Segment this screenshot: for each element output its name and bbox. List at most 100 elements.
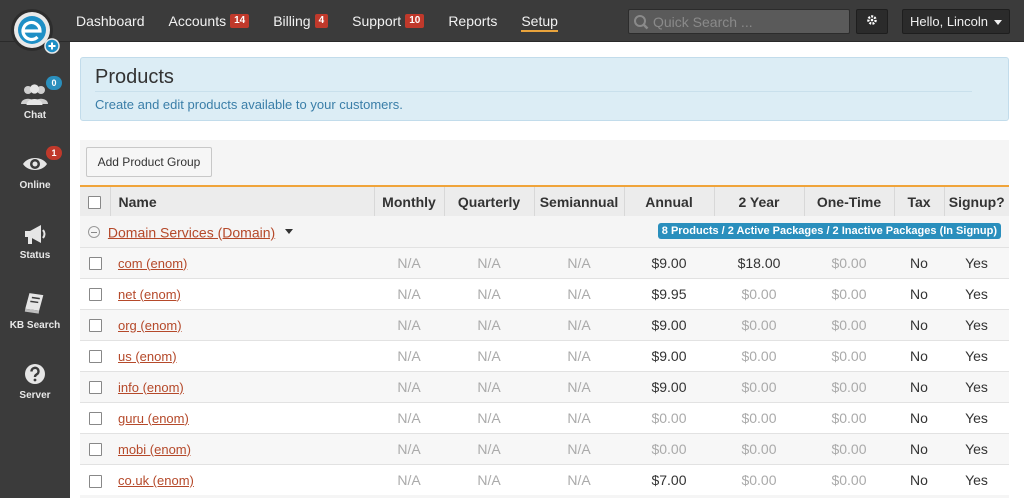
group-summary-badge: 8 Products / 2 Active Packages / 2 Inact… <box>657 222 1001 239</box>
sidebar-item-status[interactable]: Status <box>0 216 70 276</box>
cell-monthly: N/A <box>397 254 421 271</box>
cell-two-year: $0.00 <box>741 285 777 302</box>
cell-annual: $0.00 <box>651 440 687 457</box>
cell-annual: $0.00 <box>651 409 687 426</box>
cell-signup: Yes <box>965 285 988 302</box>
app-logo[interactable] <box>8 4 62 58</box>
cell-tax: No <box>910 471 928 488</box>
main-nav: Dashboard Accounts 14 Billing 4 Support 10 … <box>76 0 582 42</box>
row-checkbox[interactable] <box>88 257 102 271</box>
product-link[interactable]: guru (enom) <box>118 411 189 426</box>
cell-one-time: $0.00 <box>831 347 867 364</box>
product-link[interactable]: org (enom) <box>118 318 182 333</box>
row-checkbox[interactable] <box>88 412 102 426</box>
cell-signup: Yes <box>965 316 988 333</box>
sidebar-item-chat[interactable]: 0 Chat <box>0 76 70 136</box>
sidebar-item-label: Server <box>19 390 51 401</box>
table-row: co.uk (enom) N/A N/A N/A $7.00 $0.00 $0.00 No Ye… <box>80 464 1009 495</box>
eye-icon: 1 <box>20 146 62 178</box>
table-row: guru (enom) N/A N/A N/A $0.00 $0.00 $0.00 No Yes <box>80 402 1009 433</box>
nav-support[interactable]: Support 10 <box>352 0 425 42</box>
question-icon <box>20 360 50 388</box>
row-checkbox[interactable] <box>88 443 102 457</box>
row-select-cell <box>80 309 110 340</box>
cell-one-time: $0.00 <box>831 285 867 302</box>
product-name-cell: us (enom) <box>110 340 374 371</box>
cell-tax: No <box>910 316 928 333</box>
collapse-icon[interactable] <box>88 225 100 238</box>
product-link[interactable]: us (enom) <box>118 349 177 364</box>
nav-dashboard[interactable]: Dashboard <box>76 0 145 42</box>
chevron-down-icon <box>994 20 1003 25</box>
online-count-badge: 1 <box>46 146 62 160</box>
settings-button[interactable] <box>856 9 888 34</box>
product-group-link[interactable]: Domain Services (Domain) <box>108 224 275 240</box>
cell-semiannual: N/A <box>567 316 591 333</box>
sidebar-item-label: Online <box>19 180 51 191</box>
row-checkbox[interactable] <box>88 288 102 302</box>
column-header-signup[interactable]: Signup? <box>944 186 1009 216</box>
chevron-down-icon[interactable] <box>285 229 294 235</box>
row-checkbox[interactable] <box>88 474 102 488</box>
column-header-tax[interactable]: Tax <box>894 186 945 216</box>
product-link[interactable]: co.uk (enom) <box>118 473 194 488</box>
product-group-row: Domain Services (Domain) 8 Products / 2 … <box>80 216 1009 247</box>
cell-quarterly: N/A <box>477 285 501 302</box>
table-row: us (enom) N/A N/A N/A $9.00 $0.00 $0.00 No Yes <box>80 340 1009 371</box>
accounts-count-badge: 14 <box>230 14 250 28</box>
cell-quarterly: N/A <box>477 378 501 395</box>
row-checkbox[interactable] <box>88 381 102 395</box>
table-row: net (enom) N/A N/A N/A $9.95 $0.00 $0.00 No Yes <box>80 278 1009 309</box>
row-checkbox[interactable] <box>88 319 102 333</box>
select-all-cell <box>80 186 111 216</box>
product-link[interactable]: info (enom) <box>118 380 184 395</box>
column-header-quarterly[interactable]: Quarterly <box>444 186 535 216</box>
nav-accounts[interactable]: Accounts 14 <box>169 0 250 42</box>
product-link[interactable]: com (enom) <box>118 256 187 271</box>
row-checkbox[interactable] <box>88 350 102 364</box>
products-panel: Add Product Group Name Monthly Quarterly… <box>80 140 1009 498</box>
page-title: Products <box>95 66 174 88</box>
support-count-badge: 10 <box>405 14 425 28</box>
column-header-2-year[interactable]: 2 Year <box>714 186 805 216</box>
sidebar-item-kb-search[interactable]: KB Search <box>0 286 70 346</box>
nav-label: Dashboard <box>76 13 145 29</box>
sidebar-item-online[interactable]: 1 Online <box>0 146 70 206</box>
search-input[interactable] <box>653 13 843 30</box>
cell-signup: Yes <box>965 378 988 395</box>
column-header-name[interactable]: Name <box>110 186 375 216</box>
nav-reports[interactable]: Reports <box>448 0 497 42</box>
sidebar-item-server[interactable]: Server <box>0 356 70 416</box>
product-name-cell: org (enom) <box>110 309 374 340</box>
quick-search[interactable] <box>628 9 850 34</box>
column-header-semiannual[interactable]: Semiannual <box>534 186 625 216</box>
cell-signup: Yes <box>965 471 988 488</box>
column-header-annual[interactable]: Annual <box>624 186 715 216</box>
product-name-cell: mobi (enom) <box>110 433 374 464</box>
product-link[interactable]: net (enom) <box>118 287 181 302</box>
cell-monthly: N/A <box>397 347 421 364</box>
cell-monthly: N/A <box>397 316 421 333</box>
user-menu-button[interactable]: Hello, Lincoln <box>902 9 1010 34</box>
column-header-one-time[interactable]: One-Time <box>804 186 895 216</box>
sidebar-item-label: KB Search <box>9 320 61 331</box>
cell-monthly: N/A <box>397 285 421 302</box>
cell-semiannual: N/A <box>567 254 591 271</box>
chat-count-badge: 0 <box>46 76 62 90</box>
add-product-group-button[interactable]: Add Product Group <box>86 147 212 177</box>
product-link[interactable]: mobi (enom) <box>118 442 191 457</box>
users-icon: 0 <box>20 76 62 108</box>
cell-semiannual: N/A <box>567 378 591 395</box>
cell-signup: Yes <box>965 409 988 426</box>
header-divider <box>95 91 972 92</box>
cell-semiannual: N/A <box>567 440 591 457</box>
cell-one-time: $0.00 <box>831 254 867 271</box>
gear-icon <box>866 13 878 31</box>
select-all-checkbox[interactable] <box>88 196 102 210</box>
nav-billing[interactable]: Billing 4 <box>273 0 329 42</box>
nav-setup[interactable]: Setup <box>521 0 558 42</box>
cell-tax: No <box>910 409 928 426</box>
product-name-cell: net (enom) <box>110 278 374 309</box>
billing-count-badge: 4 <box>314 14 329 28</box>
column-header-monthly[interactable]: Monthly <box>374 186 445 216</box>
